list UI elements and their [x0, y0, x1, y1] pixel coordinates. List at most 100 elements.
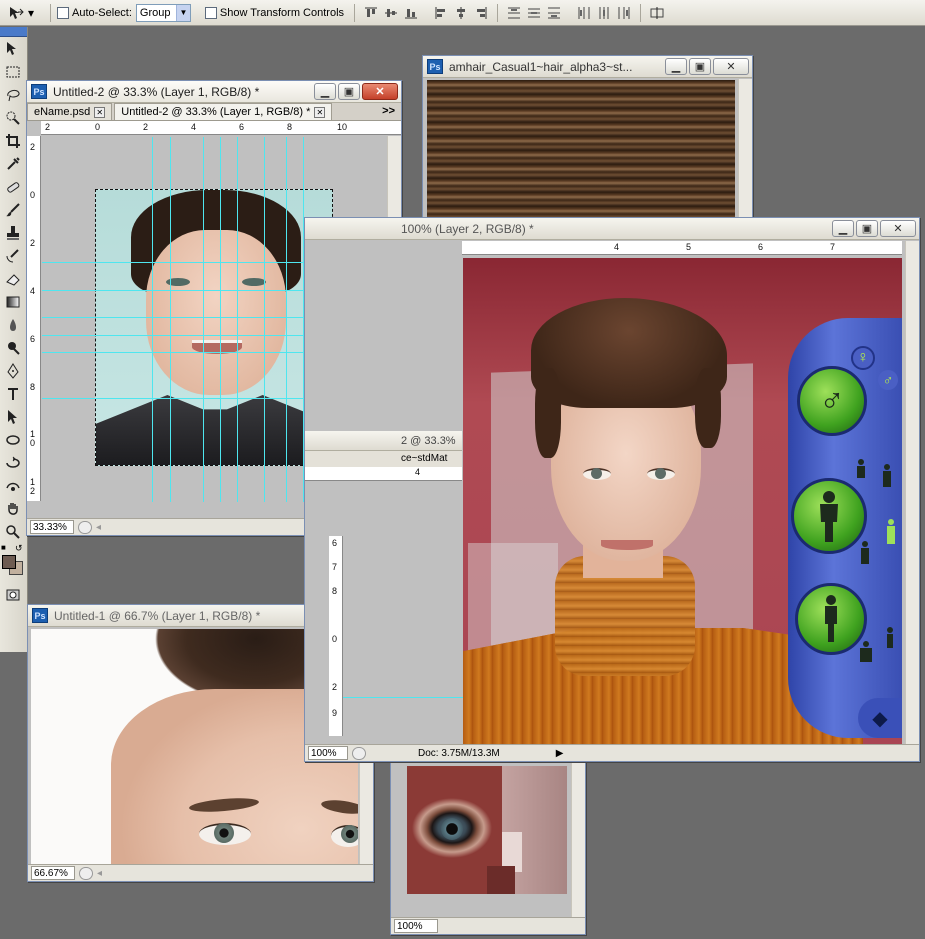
- align-horizontal-centers-icon[interactable]: [453, 5, 469, 21]
- auto-align-layers-icon[interactable]: [649, 5, 665, 21]
- eye-texture-canvas[interactable]: [407, 766, 567, 894]
- lasso-tool-icon[interactable]: [0, 83, 26, 106]
- female-gender-button[interactable]: ♀: [851, 346, 875, 370]
- eye-texture-window[interactable]: 100%: [390, 755, 586, 935]
- distribute-hcenter-icon[interactable]: [596, 5, 612, 21]
- zoom-tool-icon[interactable]: [0, 520, 26, 543]
- gender-male-main-button[interactable]: ♂: [797, 366, 867, 436]
- more-tabs-icon[interactable]: >>: [382, 105, 395, 117]
- close-tab-icon[interactable]: ✕: [94, 106, 106, 118]
- zoom-level[interactable]: 100%: [394, 919, 438, 933]
- body-figure-icon: [825, 595, 837, 642]
- male-gender-button[interactable]: ♂: [878, 370, 898, 390]
- scroll-left-icon[interactable]: ◂: [96, 522, 101, 533]
- close-button[interactable]: ✕: [880, 220, 916, 237]
- align-top-edges-icon[interactable]: [363, 5, 379, 21]
- cas-bottom-button[interactable]: ◆: [858, 698, 902, 738]
- distribute-right-icon[interactable]: [616, 5, 632, 21]
- minimize-button[interactable]: ▁: [314, 83, 336, 100]
- zoom-level[interactable]: 66.67%: [31, 866, 75, 880]
- pen-tool-icon[interactable]: [0, 359, 26, 382]
- path-selection-tool-icon[interactable]: [0, 405, 26, 428]
- distribute-bottom-icon[interactable]: [546, 5, 562, 21]
- distribute-vcenter-icon[interactable]: [526, 5, 542, 21]
- marquee-tool-icon[interactable]: [0, 60, 26, 83]
- vertical-scrollbar[interactable]: [571, 756, 585, 918]
- checkbox-box[interactable]: [204, 6, 217, 19]
- portrait-photo[interactable]: [95, 189, 333, 466]
- layer-2-window[interactable]: 100% (Layer 2, RGB/8) * ▁ ▣ ✕ 2 @ 33.3% ce…: [304, 217, 920, 762]
- status-info-icon[interactable]: [78, 520, 92, 534]
- horizontal-ruler[interactable]: 2 0 2 4 6 8 10: [41, 121, 401, 135]
- status-info-icon[interactable]: [352, 746, 366, 760]
- brush-tool-icon[interactable]: [0, 198, 26, 221]
- healing-brush-tool-icon[interactable]: [0, 175, 26, 198]
- auto-select-dropdown[interactable]: Group ▼: [135, 3, 191, 22]
- align-left-edges-icon[interactable]: [433, 5, 449, 21]
- status-info-icon[interactable]: [79, 866, 93, 880]
- crop-tool-icon[interactable]: [0, 129, 26, 152]
- quick-selection-tool-icon[interactable]: [0, 106, 26, 129]
- history-brush-tool-icon[interactable]: [0, 244, 26, 267]
- move-tool-icon[interactable]: [0, 37, 26, 60]
- window-titlebar[interactable]: Ps Untitled-2 @ 33.3% (Layer 1, RGB/8) *…: [27, 81, 401, 103]
- tab-untitled-2[interactable]: Untitled-2 @ 33.3% (Layer 1, RGB/8) * ✕: [114, 103, 333, 120]
- type-tool-icon[interactable]: [0, 382, 26, 405]
- blur-tool-icon[interactable]: [0, 313, 26, 336]
- scroll-left-icon[interactable]: ◂: [97, 868, 102, 879]
- close-button[interactable]: ✕: [713, 58, 749, 75]
- separator: [640, 3, 642, 22]
- align-bottom-edges-icon[interactable]: [403, 5, 419, 21]
- maximize-button[interactable]: ▣: [856, 220, 878, 237]
- hair-texture-window[interactable]: Ps amhair_Casual1~hair_alpha3~st... ▁ ▣ ✕: [422, 55, 753, 230]
- close-button[interactable]: ✕: [362, 83, 398, 100]
- show-transform-checkbox[interactable]: Show Transform Controls: [204, 6, 344, 19]
- hand-tool-icon[interactable]: [0, 497, 26, 520]
- zoom-level[interactable]: 100%: [308, 746, 348, 760]
- status-bar: 100%: [391, 917, 585, 934]
- guide-line: [264, 137, 265, 502]
- distribute-top-icon[interactable]: [506, 5, 522, 21]
- horizontal-ruler[interactable]: 4 5 6 7: [462, 241, 902, 255]
- 3d-orbit-tool-icon[interactable]: [0, 474, 26, 497]
- 3d-rotate-tool-icon[interactable]: [0, 451, 26, 474]
- distribute-left-icon[interactable]: [576, 5, 592, 21]
- maximize-button[interactable]: ▣: [689, 58, 711, 75]
- minimize-button[interactable]: ▁: [665, 58, 687, 75]
- window-titlebar[interactable]: Ps amhair_Casual1~hair_alpha3~st... ▁ ▣ ✕: [423, 56, 752, 78]
- color-swatches: ■ ↺: [0, 543, 27, 583]
- auto-select-checkbox[interactable]: Auto-Select:: [57, 6, 132, 19]
- hair-texture-canvas[interactable]: [427, 80, 735, 230]
- vertical-ruler[interactable]: 2 0 2 4 6 8 1 0 1 2: [27, 136, 41, 501]
- dropdown-arrow-icon[interactable]: ▼: [175, 4, 190, 21]
- status-menu-arrow-icon[interactable]: ▶: [556, 748, 564, 759]
- swap-colors-icon[interactable]: ↺: [15, 543, 23, 554]
- vertical-ruler[interactable]: 6 7 8 0 2 9: [329, 536, 343, 736]
- default-colors-icon[interactable]: ■: [1, 543, 6, 552]
- foreground-color-swatch[interactable]: [2, 555, 16, 569]
- gradient-tool-icon[interactable]: [0, 290, 26, 313]
- dodge-tool-icon[interactable]: [0, 336, 26, 359]
- tool-preset-picker[interactable]: ▾: [4, 3, 44, 23]
- eyedropper-tool-icon[interactable]: [0, 152, 26, 175]
- guide-line: [286, 137, 287, 502]
- vertical-scrollbar[interactable]: [905, 241, 919, 744]
- sims-cas-canvas[interactable]: ♀ ♂ ♂ ◆: [463, 258, 902, 744]
- maximize-button[interactable]: ▣: [338, 83, 360, 100]
- tab-ename-psd[interactable]: eName.psd ✕: [27, 103, 113, 120]
- window-titlebar[interactable]: 100% (Layer 2, RGB/8) * ▁ ▣ ✕: [305, 218, 919, 240]
- vertical-scrollbar[interactable]: [738, 79, 752, 229]
- close-tab-icon[interactable]: ✕: [314, 106, 326, 118]
- clone-stamp-tool-icon[interactable]: [0, 221, 26, 244]
- age-toddler-icon: [857, 459, 865, 478]
- zoom-level[interactable]: 33.33%: [30, 520, 74, 534]
- std-window-tab[interactable]: ce~stdMat: [305, 451, 462, 467]
- tools-panel-grip[interactable]: [0, 27, 27, 37]
- checkbox-box[interactable]: [57, 6, 69, 19]
- align-right-edges-icon[interactable]: [473, 5, 489, 21]
- align-vertical-centers-icon[interactable]: [383, 5, 399, 21]
- eraser-tool-icon[interactable]: [0, 267, 26, 290]
- ellipse-tool-icon[interactable]: [0, 428, 26, 451]
- quick-mask-icon[interactable]: [0, 583, 26, 606]
- minimize-button[interactable]: ▁: [832, 220, 854, 237]
